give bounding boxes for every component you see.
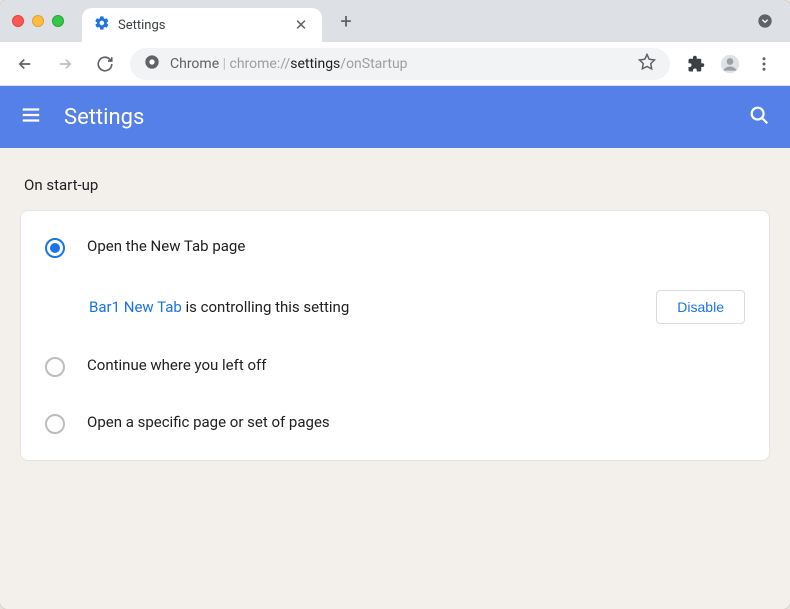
window-close-button[interactable]: [12, 15, 24, 27]
startup-options-card: Open the New Tab page Bar1 New Tab is co…: [20, 210, 770, 461]
controlled-text: Bar1 New Tab is controlling this setting: [89, 298, 640, 316]
tab-title: Settings: [118, 18, 284, 33]
chrome-icon: [144, 54, 160, 74]
window-maximize-button[interactable]: [52, 15, 64, 27]
star-icon[interactable]: [638, 53, 656, 75]
chevron-down-icon[interactable]: [756, 12, 774, 30]
option-label: Continue where you left off: [87, 356, 745, 374]
option-continue[interactable]: Continue where you left off: [21, 338, 769, 395]
radio-selected[interactable]: [45, 238, 65, 258]
browser-window: Settings ✕ + Chrome | chrome://settings/…: [0, 0, 790, 609]
search-icon[interactable]: [748, 104, 770, 130]
extensions-icon[interactable]: [686, 54, 706, 74]
new-tab-button[interactable]: +: [332, 7, 360, 35]
settings-header: Settings: [0, 86, 790, 148]
page-title: Settings: [64, 105, 726, 130]
gear-icon: [94, 15, 110, 35]
extension-link[interactable]: Bar1 New Tab: [89, 298, 182, 316]
forward-button[interactable]: [50, 49, 80, 79]
extension-control-notice: Bar1 New Tab is controlling this setting…: [21, 276, 769, 338]
toolbar: Chrome | chrome://settings/onStartup: [0, 42, 790, 86]
close-icon[interactable]: ✕: [292, 16, 310, 34]
disable-button[interactable]: Disable: [656, 290, 745, 324]
address-bar[interactable]: Chrome | chrome://settings/onStartup: [130, 48, 670, 80]
back-button[interactable]: [10, 49, 40, 79]
window-minimize-button[interactable]: [32, 15, 44, 27]
browser-tab[interactable]: Settings ✕: [82, 8, 322, 43]
window-controls: [12, 15, 64, 27]
option-label: Open the New Tab page: [87, 237, 745, 255]
tab-bar: Settings ✕ +: [0, 0, 790, 42]
menu-icon[interactable]: [20, 104, 42, 130]
url-text: Chrome | chrome://settings/onStartup: [170, 56, 628, 72]
option-label: Open a specific page or set of pages: [87, 413, 745, 431]
reload-button[interactable]: [90, 49, 120, 79]
toolbar-actions: [680, 54, 780, 74]
section-title: On start-up: [0, 176, 790, 210]
menu-icon[interactable]: [754, 54, 774, 74]
radio-unselected[interactable]: [45, 357, 65, 377]
radio-unselected[interactable]: [45, 414, 65, 434]
profile-icon[interactable]: [720, 54, 740, 74]
option-specific-page[interactable]: Open a specific page or set of pages: [21, 395, 769, 452]
option-new-tab[interactable]: Open the New Tab page: [21, 219, 769, 276]
settings-content: On start-up Open the New Tab page Bar1 N…: [0, 148, 790, 609]
